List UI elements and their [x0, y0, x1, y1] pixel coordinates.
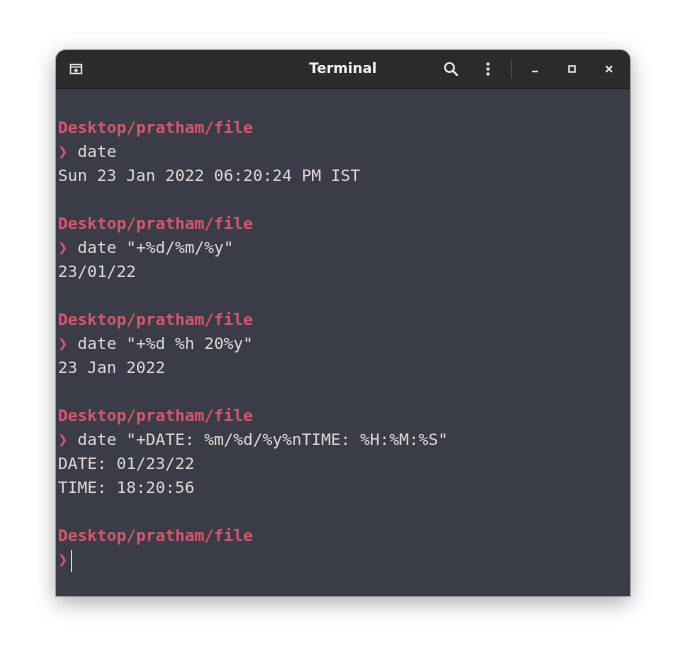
maximize-icon — [568, 65, 576, 73]
command-output: 23 Jan 2022 — [58, 358, 166, 377]
prompt-chevron: ❯ — [58, 550, 68, 569]
prompt-path: Desktop/pratham/file — [58, 118, 253, 137]
command-text: date "+%d/%m/%y" — [77, 238, 234, 257]
minimize-icon — [532, 70, 538, 73]
prompt-path: Desktop/pratham/file — [58, 214, 253, 233]
prompt-path: Desktop/pratham/file — [58, 406, 253, 425]
maximize-button[interactable] — [560, 57, 584, 81]
titlebar-separator — [511, 59, 512, 79]
prompt-path: Desktop/pratham/file — [58, 526, 253, 545]
close-icon — [605, 65, 613, 73]
text-cursor — [70, 549, 72, 572]
new-tab-icon — [69, 63, 83, 75]
input-line[interactable]: ❯ — [58, 548, 628, 572]
terminal-output[interactable]: Desktop/pratham/file ❯ date Sun 23 Jan 2… — [58, 116, 628, 572]
command-text: date "+DATE: %m/%d/%y%nTIME: %H:%M:%S" — [77, 430, 448, 449]
command-text: date "+%d %h 20%y" — [77, 334, 253, 353]
command-text: date — [77, 142, 117, 161]
prompt-path: Desktop/pratham/file — [58, 310, 253, 329]
search-icon — [444, 62, 458, 76]
search-button[interactable] — [439, 57, 463, 81]
command-output: 23/01/22 — [58, 262, 136, 281]
new-tab-button[interactable] — [64, 57, 88, 81]
terminal-window: Terminal Desktop/pratham/file ❯ date Sun… — [56, 50, 630, 596]
kebab-menu-icon — [486, 62, 490, 76]
command-output: TIME: 18:20:56 — [58, 478, 195, 497]
command-output: Sun 23 Jan 2022 06:20:24 PM IST — [58, 166, 361, 185]
prompt-chevron: ❯ — [58, 142, 68, 161]
prompt-chevron: ❯ — [58, 334, 68, 353]
menu-button[interactable] — [476, 57, 500, 81]
prompt-chevron: ❯ — [58, 238, 68, 257]
prompt-chevron: ❯ — [58, 430, 68, 449]
command-output: DATE: 01/23/22 — [58, 454, 195, 473]
title-bar[interactable]: Terminal — [56, 50, 630, 89]
close-button[interactable] — [597, 57, 621, 81]
minimize-button[interactable] — [523, 57, 547, 81]
